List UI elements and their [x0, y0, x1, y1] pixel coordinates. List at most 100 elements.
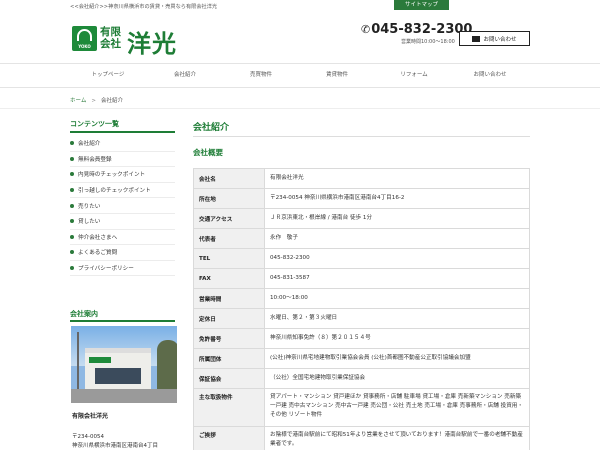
sidebar-item-privacy[interactable]: プライバシーポリシー — [70, 261, 175, 277]
bullet-icon — [70, 141, 74, 146]
bullet-icon — [70, 234, 74, 239]
global-nav: トップページ 会社紹介 売買物件 賃貸物件 リフォーム お問い合わせ — [0, 63, 600, 88]
logo-badge-text: YOKO — [78, 44, 91, 49]
logo-badge-icon: YOKO — [72, 26, 97, 51]
table-row: 交通アクセス ＪＲ京浜東北・根岸線 / 港南台 徒歩 1分 — [193, 208, 530, 229]
page-title-rule — [193, 136, 530, 137]
sidebar-item-lease[interactable]: 貸したい — [70, 214, 175, 230]
sidebar-menu: 会社紹介 無料会員登録 内見時のチェックポイント 引っ越しのチェックポイント 売… — [70, 136, 175, 277]
section-title: 会社概要 — [193, 148, 223, 157]
office-photo — [71, 326, 177, 403]
bullet-icon — [70, 156, 74, 161]
phone-icon: ✆ — [361, 23, 371, 36]
row-label: 保証協会 — [193, 368, 265, 389]
row-value: 10:00～18:00 — [264, 288, 530, 309]
row-label: FAX — [193, 268, 265, 289]
row-value: 〒234-0054 神奈川県横浜市港南区港南台4丁目16-2 — [264, 188, 530, 209]
office-zip: 〒234-0054 — [72, 434, 104, 440]
table-row: 定休日 水曜日、第２・第３火曜日 — [193, 308, 530, 329]
bullet-icon — [70, 188, 74, 193]
office-name: 有限会社洋光 — [72, 413, 109, 420]
breadcrumb-separator: > — [91, 98, 96, 104]
table-row: 会社名 有限会社洋光 — [193, 168, 530, 189]
row-label: 交通アクセス — [193, 208, 265, 229]
sidebar-contents-rule — [70, 131, 175, 133]
sidebar-item-label: 無料会員登録 — [78, 156, 112, 163]
row-label: 所属団体 — [193, 348, 265, 369]
breadcrumb-divider — [0, 108, 600, 109]
row-label: 所在地 — [193, 188, 265, 209]
row-label: 免許番号 — [193, 328, 265, 349]
row-value: ＪＲ京浜東北・根岸線 / 港南台 徒歩 1分 — [264, 208, 530, 229]
row-value: お陰様で港南台駅前にて昭和51年より営業をさせて頂いております！港南台駅前で一番… — [264, 426, 530, 450]
row-value: 永作 敬子 — [264, 228, 530, 249]
sidebar-item-faq[interactable]: よくあるご質問 — [70, 245, 175, 261]
nav-rental[interactable]: 賃貸物件 — [297, 64, 377, 87]
nav-contact[interactable]: お問い合わせ — [450, 64, 530, 87]
table-row: TEL 045-832-2300 — [193, 248, 530, 269]
sitemap-link[interactable]: サイトマップ — [394, 0, 449, 10]
office-address: 神奈川県横浜市港南区港南台4丁目 — [72, 443, 159, 449]
sidebar-item-label: 内見時のチェックポイント — [78, 172, 146, 179]
bullet-icon — [70, 266, 74, 271]
sidebar-office-title: 会社案内 — [70, 310, 98, 318]
nav-sale[interactable]: 売買物件 — [221, 64, 301, 87]
sidebar-item-agents[interactable]: 仲介会社さまへ — [70, 230, 175, 246]
logo-corp-type: 有限会社 — [100, 26, 121, 50]
table-row: 代表者 永作 敬子 — [193, 228, 530, 249]
sidebar-item-label: 売りたい — [78, 203, 101, 210]
table-row: 免許番号 神奈川県知事免許（８）第２０１５４号 — [193, 328, 530, 349]
envelope-icon — [472, 35, 481, 42]
sidebar-item-sell[interactable]: 売りたい — [70, 198, 175, 214]
sidebar-item-label: プライバシーポリシー — [78, 266, 134, 273]
nav-reform[interactable]: リフォーム — [374, 64, 454, 87]
breadcrumb-home[interactable]: ホーム — [70, 98, 86, 104]
nav-company[interactable]: 会社紹介 — [145, 64, 225, 87]
sidebar-item-moving-checkpoints[interactable]: 引っ越しのチェックポイント — [70, 183, 175, 199]
table-row: 主な取扱物件 貸アパート・マンション 貸戸建ほか 貸事務所・店舗 駐車場 貸工場・… — [193, 388, 530, 427]
logo-company-name: 洋光 — [127, 30, 177, 58]
breadcrumb-current: 会社紹介 — [100, 98, 123, 104]
table-row: 保証協会 （公社）全国宅地建物取引業保証協会 — [193, 368, 530, 389]
sidebar-item-company[interactable]: 会社紹介 — [70, 136, 175, 152]
nav-top[interactable]: トップページ — [68, 64, 148, 87]
header-phone[interactable]: ✆045-832-2300 — [361, 22, 472, 37]
breadcrumb: ホーム > 会社紹介 — [70, 96, 123, 104]
row-value: 神奈川県知事免許（８）第２０１５４号 — [264, 328, 530, 349]
bullet-icon — [70, 203, 74, 208]
row-value: （公社）全国宅地建物取引業保証協会 — [264, 368, 530, 389]
row-label: 主な取扱物件 — [193, 388, 265, 427]
sidebar-item-label: 会社紹介 — [78, 141, 101, 148]
row-label: 定休日 — [193, 308, 265, 329]
header-tagline: <<会社紹介>>神奈川県横浜市の賃貸・売買なら有限会社洋光 — [70, 4, 218, 10]
bullet-icon — [70, 172, 74, 177]
row-label: TEL — [193, 248, 265, 269]
row-value: 貸アパート・マンション 貸戸建ほか 貸事務所・店舗 駐車場 貸工場・倉庫 売新築… — [264, 388, 530, 427]
contact-button-label: お問い合わせ — [483, 36, 517, 43]
row-value: 045-831-3587 — [264, 268, 530, 289]
sidebar-item-label: 引っ越しのチェックポイント — [78, 188, 151, 195]
row-value: 045-832-2300 — [264, 248, 530, 269]
company-overview-table: 会社名 有限会社洋光 所在地 〒234-0054 神奈川県横浜市港南区港南台4丁目1… — [193, 168, 530, 450]
row-label: 営業時間 — [193, 288, 265, 309]
contact-button[interactable]: お問い合わせ — [459, 31, 530, 46]
table-row: 所属団体 (公社)神奈川県宅地建物取引業協会会員 (公社)首都圏不動産公正取引協議… — [193, 348, 530, 369]
row-value: 水曜日、第２・第３火曜日 — [264, 308, 530, 329]
table-row: 営業時間 10:00～18:00 — [193, 288, 530, 309]
row-label: 会社名 — [193, 168, 265, 189]
row-label: ご挨拶 — [193, 426, 265, 450]
sidebar-item-viewing-checkpoints[interactable]: 内見時のチェックポイント — [70, 167, 175, 183]
bullet-icon — [70, 250, 74, 255]
sidebar-contents-title: コンテンツ一覧 — [70, 120, 119, 128]
table-row: 所在地 〒234-0054 神奈川県横浜市港南区港南台4丁目16-2 — [193, 188, 530, 209]
sidebar-item-label: 貸したい — [78, 219, 101, 226]
phone-number: 045-832-2300 — [371, 22, 473, 37]
sidebar-item-register[interactable]: 無料会員登録 — [70, 152, 175, 168]
sidebar-item-label: よくあるご質問 — [78, 250, 118, 257]
sidebar-item-label: 仲介会社さまへ — [78, 234, 118, 241]
site-logo[interactable]: YOKO 有限会社 洋光 — [72, 26, 182, 58]
bullet-icon — [70, 219, 74, 224]
table-row: ご挨拶 お陰様で港南台駅前にて昭和51年より営業をさせて頂いております！港南台駅前… — [193, 426, 530, 450]
page-title: 会社紹介 — [193, 123, 230, 133]
table-row: FAX 045-831-3587 — [193, 268, 530, 289]
